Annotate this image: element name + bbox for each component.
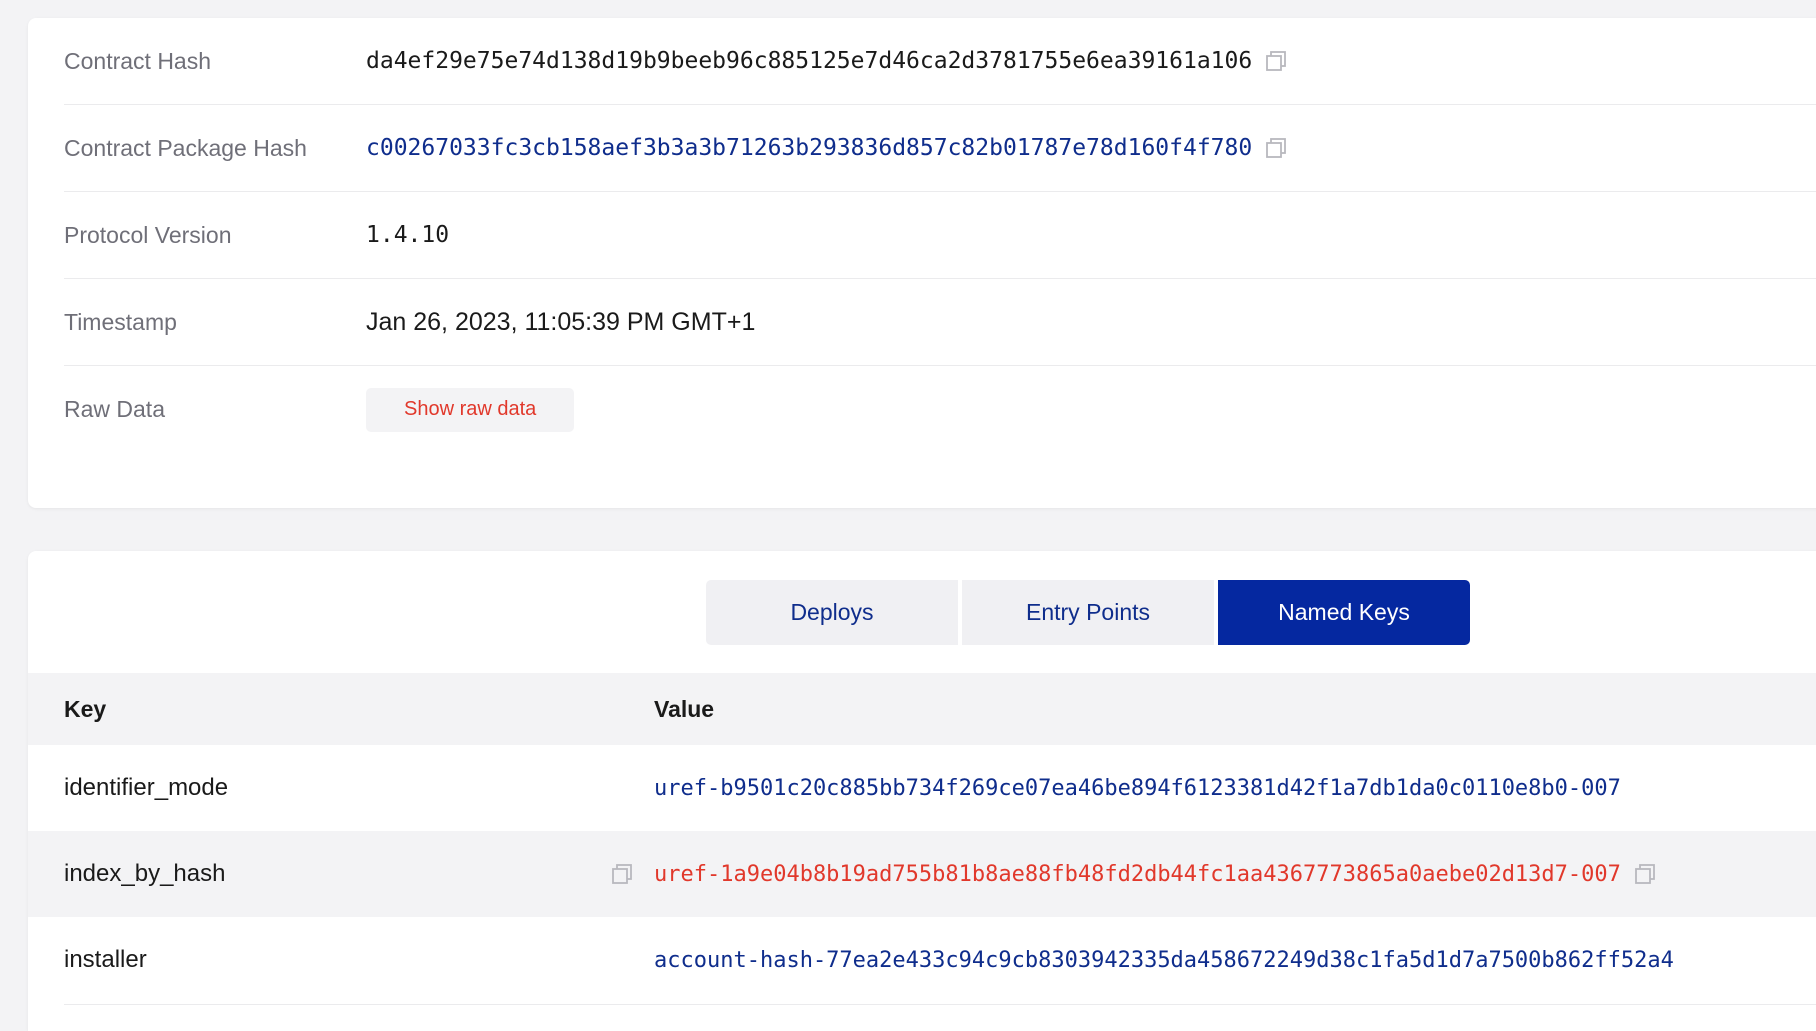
timestamp-value: Jan 26, 2023, 11:05:39 PM GMT+1	[366, 307, 756, 336]
copy-icon[interactable]	[1264, 49, 1288, 73]
tabs-card: Deploys Entry Points Named Keys Key Valu…	[28, 551, 1816, 1031]
copy-icon[interactable]	[1633, 862, 1657, 886]
package-hash-value: c00267033fc3cb158aef3b3a3b71263b293836d8…	[366, 135, 1288, 161]
table-row: installer account-hash-77ea2e433c94c9cb8…	[28, 917, 1816, 1003]
table-row: index_by_hash uref-1a9e04b8b19ad755b81b8…	[28, 831, 1816, 917]
key-column-header: Key	[64, 695, 107, 722]
row-divider	[64, 1004, 1816, 1005]
raw-data-row: Raw Data Show raw data	[64, 366, 1816, 453]
contract-hash-row: Contract Hash da4ef29e75e74d138d19b9beeb…	[64, 18, 1816, 105]
package-hash-label: Contract Package Hash	[64, 134, 307, 161]
contract-hash-text: da4ef29e75e74d138d19b9beeb96c885125e7d46…	[366, 48, 1253, 74]
named-key-value[interactable]: uref-b9501c20c885bb734f269ce07ea46be894f…	[654, 776, 1621, 801]
named-key: index_by_hash	[64, 860, 226, 887]
contract-hash-label: Contract Hash	[64, 47, 212, 74]
show-raw-data-button[interactable]: Show raw data	[366, 387, 575, 432]
raw-data-label: Raw Data	[64, 396, 165, 422]
copy-icon[interactable]	[1264, 136, 1288, 160]
protocol-version-value: 1.4.10	[366, 222, 450, 248]
tab-entry-points[interactable]: Entry Points	[962, 580, 1214, 645]
tab-named-keys[interactable]: Named Keys	[1218, 580, 1470, 645]
timestamp-label: Timestamp	[64, 308, 177, 335]
timestamp-row: Timestamp Jan 26, 2023, 11:05:39 PM GMT+…	[64, 279, 1816, 366]
package-hash-row: Contract Package Hash c00267033fc3cb158a…	[64, 105, 1816, 192]
contract-hash-value: da4ef29e75e74d138d19b9beeb96c885125e7d46…	[366, 48, 1288, 74]
contract-info-card: Contract Hash da4ef29e75e74d138d19b9beeb…	[28, 18, 1816, 508]
named-key: installer	[64, 946, 147, 973]
named-key: identifier_mode	[64, 774, 229, 801]
named-key-value-link[interactable]: uref-1a9e04b8b19ad755b81b8ae88fb48fd2db4…	[654, 862, 1621, 887]
table-header: Key Value	[28, 673, 1816, 745]
package-hash-link[interactable]: c00267033fc3cb158aef3b3a3b71263b293836d8…	[366, 135, 1252, 161]
value-column-header: Value	[654, 695, 715, 722]
table-row: identifier_mode uref-b9501c20c885bb734f2…	[28, 745, 1816, 831]
tab-deploys[interactable]: Deploys	[706, 580, 958, 645]
tab-bar: Deploys Entry Points Named Keys	[706, 580, 1470, 645]
named-key-value: uref-1a9e04b8b19ad755b81b8ae88fb48fd2db4…	[654, 862, 1657, 887]
named-key-value[interactable]: account-hash-77ea2e433c94c9cb8303942335d…	[654, 948, 1674, 973]
copy-icon[interactable]	[610, 862, 634, 886]
protocol-version-label: Protocol Version	[64, 221, 232, 248]
protocol-version-row: Protocol Version 1.4.10	[64, 192, 1816, 279]
